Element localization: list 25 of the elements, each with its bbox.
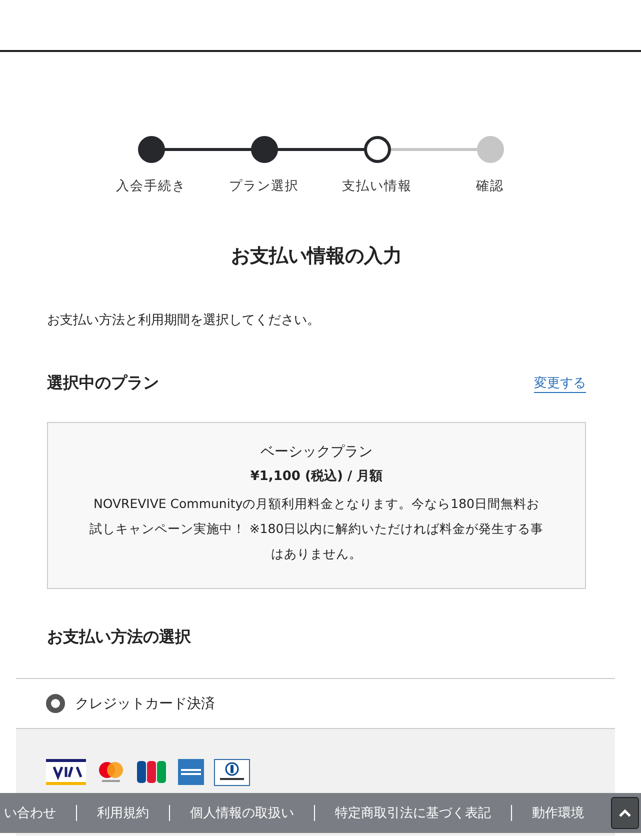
mastercard-icon: [96, 759, 126, 785]
intro-text: お支払い方法と利用期間を選択してください。: [47, 312, 321, 329]
radio-button[interactable]: [46, 694, 65, 713]
section-heading: 選択中のプラン: [47, 373, 159, 394]
plan-description: NOVREVIVE Communityの月額利用料金となります。今なら180日間無料お試しキャンペーン実施中！ ※180日以内に解約いただければ料金が発生する事はありません。: [88, 495, 545, 563]
step-label: 確認: [476, 178, 504, 195]
footer-link[interactable]: 特定商取引法に基づく表記: [335, 804, 491, 822]
footer-link[interactable]: 動作環境: [532, 804, 584, 822]
footer-link[interactable]: 利用規約: [97, 804, 149, 822]
page-title: お支払い情報の入力: [230, 244, 403, 269]
footer-link[interactable]: い合わせ: [4, 804, 56, 822]
caret-up-icon: [619, 809, 631, 817]
section-heading: お支払い方法の選択: [47, 627, 192, 648]
step-label: 入会手続き: [116, 178, 186, 195]
jcb-card-icon: [136, 759, 168, 785]
diners-club-card-icon: [214, 759, 250, 786]
step-label: 支払い情報: [342, 178, 412, 195]
footer-link[interactable]: 個人情報の取扱い: [190, 804, 294, 822]
plan-name: ベーシックプラン: [260, 443, 372, 461]
change-link[interactable]: 変更する: [534, 374, 586, 393]
amex-card-icon: [178, 759, 204, 785]
plan-price: ¥1,100 (税込) / 月額: [250, 468, 383, 485]
step-label: プラン選択: [229, 178, 299, 195]
visa-card-icon: [46, 759, 86, 785]
scroll-top-button[interactable]: [611, 797, 639, 829]
